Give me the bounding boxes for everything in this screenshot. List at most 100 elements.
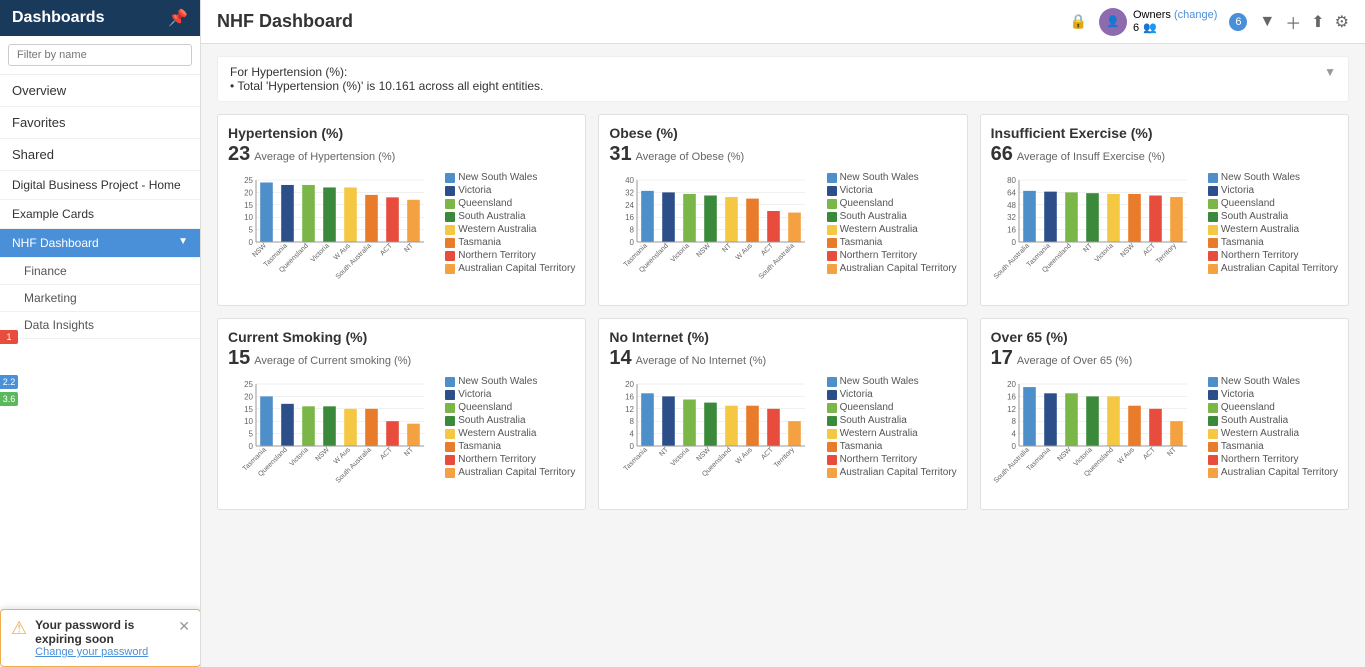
owners-section: 👤 Owners (change) 6 👥 <box>1099 8 1217 36</box>
svg-text:24: 24 <box>625 201 634 210</box>
sidebar-item-digital-business[interactable]: Digital Business Project - Home <box>0 171 200 200</box>
legend-dot-1 <box>1208 390 1218 400</box>
svg-text:0: 0 <box>249 442 254 451</box>
legend-dot-7 <box>1208 264 1218 274</box>
svg-text:NSW: NSW <box>696 242 713 259</box>
svg-text:12: 12 <box>625 405 634 414</box>
legend-label-3: South Australia <box>458 415 525 426</box>
nhf-dashboard-label: NHF Dashboard <box>12 236 99 250</box>
share-icon[interactable]: ⬆ <box>1311 12 1324 32</box>
svg-text:NT: NT <box>403 446 415 458</box>
legend-dot-4 <box>445 429 455 439</box>
close-icon[interactable]: ✕ <box>178 618 190 635</box>
svg-text:16: 16 <box>1007 392 1016 401</box>
bar-3 <box>323 187 336 242</box>
chart-svg-obese: 0816243240TasmaniaQueenslandVictoriaNSWN… <box>609 172 809 292</box>
svg-text:0: 0 <box>1011 238 1016 247</box>
legend-item-2: Queensland <box>827 198 957 209</box>
legend-label-0: New South Wales <box>840 172 919 183</box>
svg-text:8: 8 <box>630 417 635 426</box>
svg-text:NSW: NSW <box>314 446 331 463</box>
legend-dot-3 <box>1208 416 1218 426</box>
legend-label-2: Queensland <box>1221 198 1275 209</box>
svg-text:8: 8 <box>630 226 635 235</box>
chart-title-obese: Obese (%) <box>609 125 956 141</box>
svg-text:South Australia: South Australia <box>992 446 1030 484</box>
sidebar-item-finance[interactable]: Finance <box>0 258 200 285</box>
legend-label-2: Queensland <box>458 402 512 413</box>
legend-label-5: Tasmania <box>840 441 883 452</box>
chart-title-insufficient-exercise: Insufficient Exercise (%) <box>991 125 1338 141</box>
svg-text:W Aus: W Aus <box>1116 446 1136 466</box>
sidebar-item-data-insights[interactable]: Data Insights <box>0 312 200 339</box>
legend-dot-3 <box>827 416 837 426</box>
legend-dot-6 <box>827 251 837 261</box>
bar-0 <box>642 191 655 242</box>
chart-avg-num-over-65: 17 <box>991 347 1013 369</box>
bar-5 <box>365 409 378 446</box>
chart-avg-label-hypertension: Average of Hypertension (%) <box>254 151 395 163</box>
svg-text:NSW: NSW <box>251 242 268 259</box>
chart-svg-current-smoking: 0510152025TasmaniaQueenslandVictoriaNSWW… <box>228 376 428 496</box>
svg-text:15: 15 <box>244 405 253 414</box>
legend-label-3: South Australia <box>1221 415 1288 426</box>
people-icon: 👥 <box>1143 21 1157 34</box>
legend-dot-4 <box>1208 225 1218 235</box>
bar-5 <box>1128 406 1141 446</box>
owners-count-num: 6 <box>1133 22 1139 34</box>
legend-item-5: Tasmania <box>445 237 575 248</box>
bar-7 <box>1170 197 1183 242</box>
svg-text:0: 0 <box>249 238 254 247</box>
sidebar-item-overview[interactable]: Overview <box>0 75 200 107</box>
topbar: NHF Dashboard 🔒 👤 Owners (change) 6 👥 6 … <box>201 0 1365 44</box>
sidebar-title: Dashboards <box>12 9 104 27</box>
legend-label-6: Northern Territory <box>1221 454 1299 465</box>
svg-text:Territory: Territory <box>773 446 796 469</box>
legend-label-5: Tasmania <box>1221 237 1264 248</box>
legend-label-3: South Australia <box>840 415 907 426</box>
svg-text:25: 25 <box>244 176 253 185</box>
owners-change-link[interactable]: (change) <box>1174 9 1217 21</box>
legend-label-1: Victoria <box>458 185 491 196</box>
legend-dot-0 <box>1208 377 1218 387</box>
chart-body-current-smoking: 0510152025TasmaniaQueenslandVictoriaNSWW… <box>228 376 575 499</box>
warning-title: Your password is expiring soon <box>35 618 170 646</box>
legend-item-3: South Australia <box>1208 415 1338 426</box>
bar-4 <box>1107 396 1120 446</box>
svg-text:10: 10 <box>244 417 253 426</box>
owners-info: Owners (change) 6 👥 <box>1133 9 1217 34</box>
sidebar-item-example-cards[interactable]: Example Cards <box>0 200 200 229</box>
bar-4 <box>1107 194 1120 242</box>
svg-text:0: 0 <box>630 442 635 451</box>
legend-item-7: Australian Capital Territory <box>1208 467 1338 478</box>
password-warning: ⚠ Your password is expiring soon Change … <box>0 609 201 667</box>
sidebar-item-favorites[interactable]: Favorites <box>0 107 200 139</box>
legend-item-1: Victoria <box>1208 185 1338 196</box>
add-icon[interactable]: ＋ <box>1285 10 1301 34</box>
legend-dot-1 <box>445 390 455 400</box>
legend-label-0: New South Wales <box>1221 376 1300 387</box>
svg-text:Victoria: Victoria <box>670 446 691 467</box>
search-input[interactable] <box>8 44 192 66</box>
warning-icon: ⚠ <box>11 618 27 639</box>
chart-legend-current-smoking: New South WalesVictoriaQueenslandSouth A… <box>445 376 575 499</box>
filter-icon[interactable]: ▼ <box>1259 13 1275 31</box>
sidebar-item-nhf-dashboard[interactable]: NHF Dashboard ▼ <box>0 229 200 258</box>
svg-text:NSW: NSW <box>696 446 713 463</box>
bar-4 <box>344 187 357 242</box>
sidebar-item-shared[interactable]: Shared <box>0 139 200 171</box>
bar-0 <box>1023 387 1036 446</box>
legend-dot-2 <box>827 403 837 413</box>
change-password-link[interactable]: Change your password <box>35 646 148 658</box>
legend-dot-3 <box>827 212 837 222</box>
legend-label-6: Northern Territory <box>1221 250 1299 261</box>
legend-item-6: Northern Territory <box>827 454 957 465</box>
legend-label-6: Northern Territory <box>840 454 918 465</box>
settings-icon[interactable]: ⚙ <box>1335 12 1349 32</box>
sidebar-item-marketing[interactable]: Marketing <box>0 285 200 312</box>
legend-item-0: New South Wales <box>827 376 957 387</box>
legend-label-1: Victoria <box>1221 185 1254 196</box>
chart-card-current-smoking: Current Smoking (%)15Average of Current … <box>217 318 586 510</box>
legend-label-7: Australian Capital Territory <box>458 263 575 274</box>
pin-icon: 📌 <box>168 8 188 28</box>
